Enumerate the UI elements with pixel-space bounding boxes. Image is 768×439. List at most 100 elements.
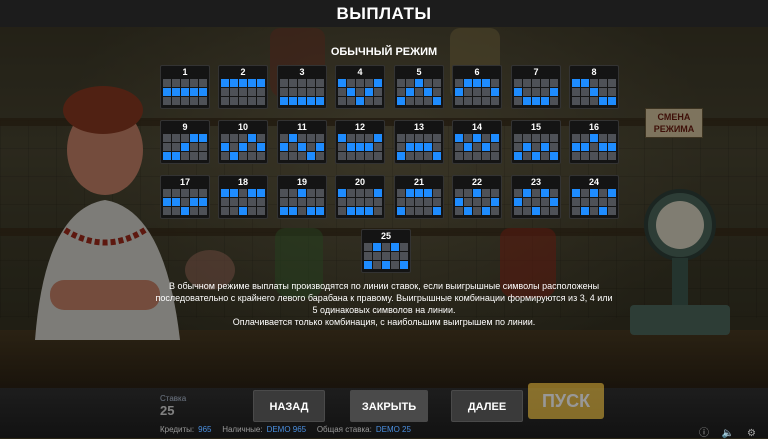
payline-pattern: [397, 79, 441, 107]
payline-cell-active: [257, 189, 265, 197]
payline-number: 2: [240, 67, 246, 77]
payline-cell-active: [514, 198, 522, 206]
payline-cell: [373, 252, 381, 260]
payline-cell-active: [307, 152, 315, 160]
payline-cell: [397, 88, 405, 96]
payline-cell: [172, 97, 180, 105]
payline-cell-active: [572, 143, 580, 151]
payline-cell: [172, 79, 180, 87]
payline-cell-active: [581, 143, 589, 151]
payline-cell: [406, 134, 414, 142]
description: В обычном режиме выплаты производятся по…: [120, 280, 648, 328]
payline-cell: [415, 198, 423, 206]
next-button[interactable]: ДАЛЕЕ: [451, 390, 523, 422]
payline-cell: [523, 207, 531, 215]
payline-cell: [572, 88, 580, 96]
payline-cell-active: [514, 152, 522, 160]
payline-cell-active: [221, 189, 229, 197]
payline-cell: [190, 207, 198, 215]
payline-cell: [455, 152, 463, 160]
payline-cell-active: [572, 189, 580, 197]
payline-cell: [373, 261, 381, 269]
payline-cell: [590, 143, 598, 151]
payline-cell: [239, 88, 247, 96]
payline-cell-active: [356, 97, 364, 105]
payline-card: 16: [569, 120, 619, 164]
payline-cell: [523, 134, 531, 142]
payline-number: 8: [591, 67, 597, 77]
info-icon[interactable]: ⓘ: [699, 428, 709, 439]
payline-cell: [307, 143, 315, 151]
payline-cell: [433, 88, 441, 96]
payline-cell: [289, 143, 297, 151]
payline-cell-active: [289, 207, 297, 215]
payline-cell-active: [163, 88, 171, 96]
sound-icon[interactable]: 🔈: [722, 428, 734, 439]
payline-cell: [347, 134, 355, 142]
payline-cell: [280, 88, 288, 96]
payline-card: 9: [160, 120, 210, 164]
settings-icon[interactable]: ⚙: [747, 428, 756, 439]
payline-pattern: [221, 79, 265, 107]
payline-number: 16: [588, 122, 599, 132]
payline-pattern: [397, 189, 441, 217]
payline-cell: [550, 79, 558, 87]
payline-cell: [163, 97, 171, 105]
payline-cell: [316, 134, 324, 142]
payline-cell: [199, 189, 207, 197]
payline-cell: [406, 79, 414, 87]
payline-cell: [473, 207, 481, 215]
payline-cell: [239, 189, 247, 197]
payline-cell: [172, 189, 180, 197]
payline-cell: [298, 134, 306, 142]
payline-cell: [356, 88, 364, 96]
payline-cell: [248, 97, 256, 105]
payline-cell: [199, 97, 207, 105]
payline-cell: [550, 143, 558, 151]
payline-cell-active: [424, 143, 432, 151]
stake-display: Ставка 25: [160, 394, 220, 420]
payline-cell: [364, 243, 372, 251]
payline-cell: [199, 79, 207, 87]
payline-number: 9: [182, 122, 188, 132]
payline-cell: [581, 97, 589, 105]
payline-cell-active: [532, 97, 540, 105]
payline-number: 7: [533, 67, 539, 77]
payline-cell: [550, 207, 558, 215]
payline-cell: [532, 143, 540, 151]
payline-cell-active: [280, 207, 288, 215]
payline-cell: [316, 152, 324, 160]
payline-cell: [289, 152, 297, 160]
payline-cell-active: [199, 88, 207, 96]
payline-cell-active: [473, 134, 481, 142]
payline-cell-active: [181, 88, 189, 96]
payline-cell: [257, 134, 265, 142]
payline-number: 12: [354, 122, 365, 132]
payline-cell: [239, 134, 247, 142]
payline-cell: [482, 198, 490, 206]
back-button[interactable]: НАЗАД: [253, 390, 325, 422]
payline-cell: [172, 134, 180, 142]
payline-cell: [190, 152, 198, 160]
payline-cell: [415, 152, 423, 160]
payline-cell: [433, 79, 441, 87]
payline-card: 17: [160, 175, 210, 219]
payline-cell-active: [338, 79, 346, 87]
payline-cell: [482, 134, 490, 142]
payline-cell: [298, 198, 306, 206]
total-bet-label: Общая ставка:: [316, 425, 372, 434]
payline-cell: [199, 207, 207, 215]
payline-cell: [491, 79, 499, 87]
payline-cell: [400, 243, 408, 251]
payline-cell-active: [239, 207, 247, 215]
payline-cell: [608, 198, 616, 206]
payline-cell: [163, 134, 171, 142]
payline-cell: [289, 198, 297, 206]
payline-cell: [230, 143, 238, 151]
total-bet-value: DEMO 25: [375, 425, 411, 434]
close-button[interactable]: ЗАКРЫТЬ: [350, 390, 428, 422]
payline-cell-active: [298, 97, 306, 105]
payline-cell: [590, 79, 598, 87]
payline-cell: [608, 79, 616, 87]
payline-cell: [482, 152, 490, 160]
